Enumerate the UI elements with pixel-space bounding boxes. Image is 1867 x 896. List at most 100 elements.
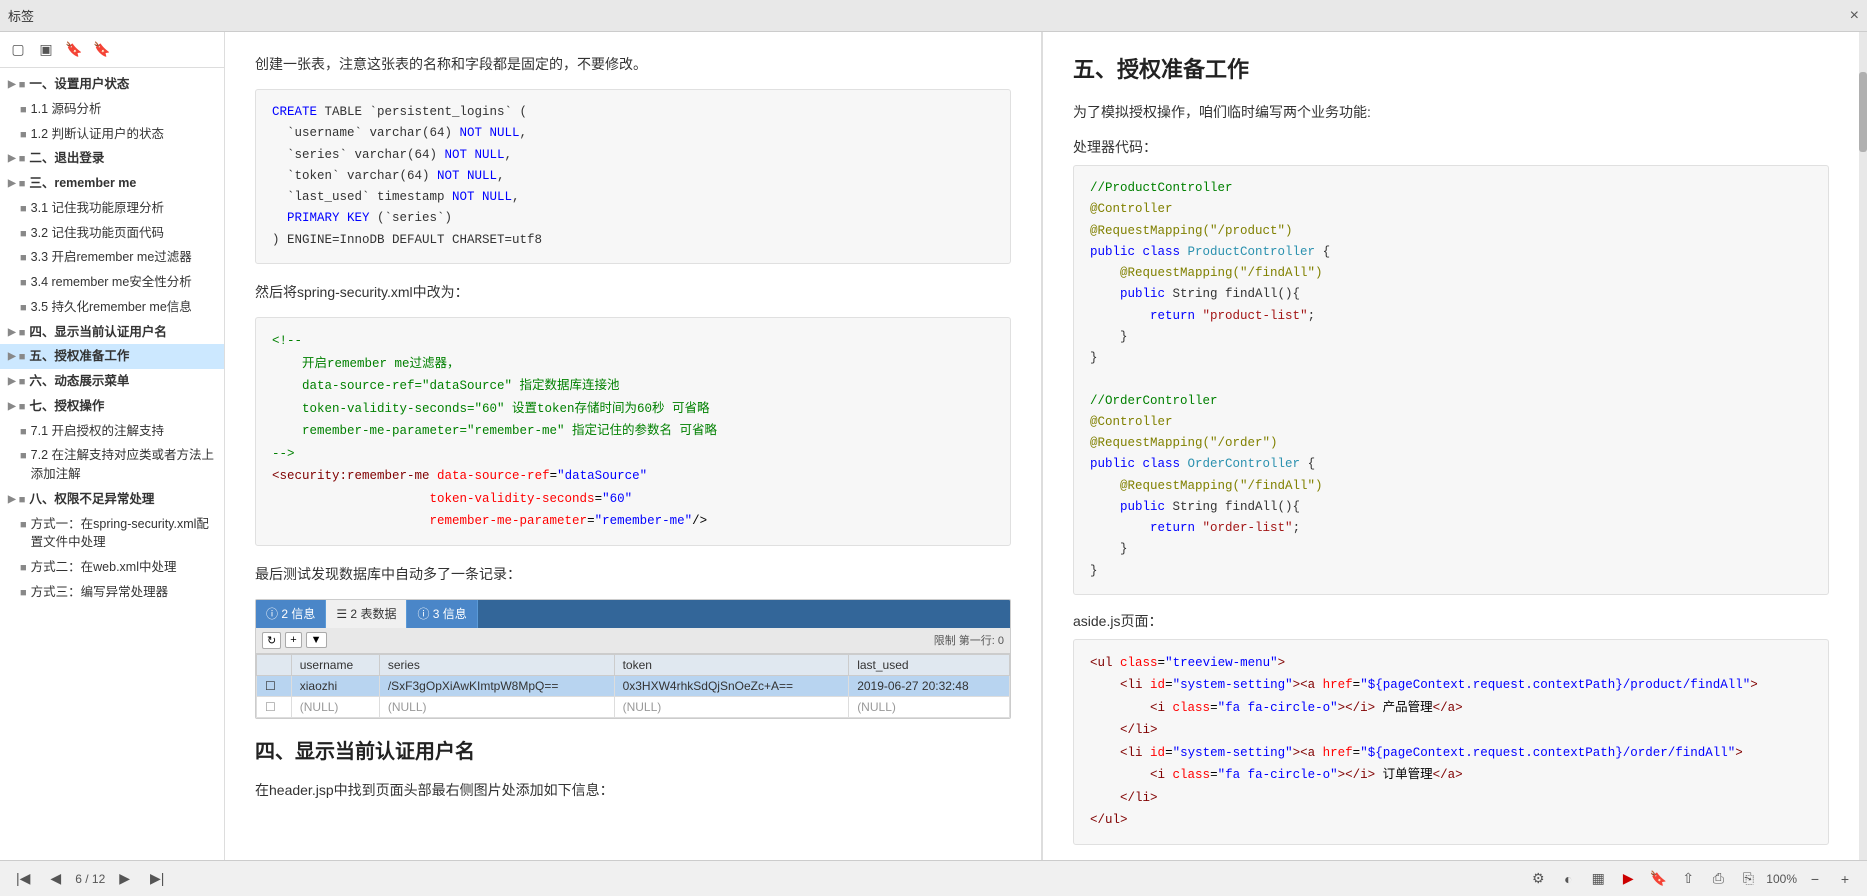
xml-code-block: <!-- 开启remember me过滤器， data-source-ref="…	[255, 317, 1011, 546]
sidebar-item-s3-1[interactable]: ■ 3.1 记住我功能原理分析	[0, 196, 224, 221]
cell-null-series: (NULL)	[379, 696, 614, 717]
table-row[interactable]: ☐ xiaozhi /SxF3gOpXiAwKImtpW8MpQ== 0x3HX…	[257, 675, 1010, 696]
sidebar-item-s1[interactable]: ▶ ■ 一、设置用户状态	[0, 72, 224, 97]
sidebar-item-s3-4[interactable]: ■ 3.4 remember me安全性分析	[0, 270, 224, 295]
section5-intro: 为了模拟授权操作，咱们临时编写两个业务功能:	[1073, 100, 1829, 125]
section4-text: 在header.jsp中找到页面头部最右侧图片处添加如下信息：	[255, 778, 1011, 803]
expand-icon[interactable]: ▶	[8, 176, 16, 191]
db-tab-info[interactable]: ⓘ 2 信息	[256, 600, 326, 628]
toc-label: 7.2 在注解支持对应类或者方法上添加注解	[31, 446, 216, 484]
bookmark-tool-icon[interactable]: 🔖	[1646, 867, 1670, 891]
expand-icon[interactable]: ▶	[8, 399, 16, 414]
db-table-body: username series token last_used ☐ xiaozh…	[256, 654, 1010, 718]
add-btn[interactable]: +	[285, 632, 301, 648]
sidebar-item-s1-2[interactable]: ■ 1.2 判断认证用户的状态	[0, 122, 224, 147]
db-table: ⓘ 2 信息 ☰ 2 表数据 ⓘ 3 信息 ↻ + ▼ 限制 第一行: 0 us…	[255, 599, 1011, 719]
sidebar-item-s8-1[interactable]: ■ 方式一：在spring-security.xml配置文件中处理	[0, 512, 224, 556]
toc-bullet: ■	[19, 492, 26, 509]
sidebar-item-s4[interactable]: ▶ ■ 四、显示当前认证用户名	[0, 320, 224, 345]
toc-bullet: ■	[20, 448, 27, 465]
expand-icon[interactable]: ▶	[8, 374, 16, 389]
sidebar-item-s3-2[interactable]: ■ 3.2 记住我功能页面代码	[0, 221, 224, 246]
first-page-btn[interactable]: |◀	[10, 868, 36, 889]
toc-label: 八、权限不足异常处理	[29, 490, 154, 509]
sidebar-item-s8-2[interactable]: ■ 方式二：在web.xml中处理	[0, 555, 224, 580]
db-tab-info2[interactable]: ⓘ 3 信息	[407, 600, 477, 628]
toc-label: 三、remember me	[29, 174, 136, 193]
cell-null-token: (NULL)	[614, 696, 849, 717]
toc-label: 1.2 判断认证用户的状态	[31, 125, 164, 144]
zoom-in-btn[interactable]: +	[1833, 867, 1857, 891]
prev-page-btn[interactable]: ◀	[44, 868, 67, 889]
last-page-btn[interactable]: ▶|	[144, 868, 170, 889]
expand-icon[interactable]: ▶	[8, 349, 16, 364]
bookmark-icon[interactable]: 🔖	[64, 40, 84, 60]
toc-bullet: ■	[20, 517, 27, 534]
sidebar-item-s1-1[interactable]: ■ 1.1 源码分析	[0, 97, 224, 122]
doc-right-panel: 五、授权准备工作 为了模拟授权操作，咱们临时编写两个业务功能: 处理器代码： /…	[1043, 32, 1859, 860]
toc-bullet: ■	[19, 399, 26, 416]
toc-bullet: ■	[19, 176, 26, 193]
toc-label: 二、退出登录	[29, 149, 104, 168]
settings-icon[interactable]: ⚙	[1526, 867, 1550, 891]
zoom-out-btn[interactable]: −	[1803, 867, 1827, 891]
processor-label: 处理器代码：	[1073, 137, 1829, 157]
cell-series: /SxF3gOpXiAwKImtpW8MpQ==	[379, 675, 614, 696]
toc-bullet: ■	[20, 300, 27, 317]
top-bar-title: 标签	[8, 6, 34, 25]
refresh-btn[interactable]: ↻	[262, 632, 281, 649]
db-tab-data[interactable]: ☰ 2 表数据	[326, 600, 407, 628]
layout-icon[interactable]: ▦	[1586, 867, 1610, 891]
row-info: 限制 第一行: 0	[934, 632, 1004, 648]
bookmark2-icon[interactable]: 🔖	[92, 40, 112, 60]
toc-label: 方式三：编写异常处理器	[31, 583, 169, 602]
col-username: username	[291, 654, 379, 675]
toc-label: 一、设置用户状态	[29, 75, 129, 94]
toc-bullet: ■	[19, 151, 26, 168]
toc-label: 3.1 记住我功能原理分析	[31, 199, 164, 218]
sidebar-item-s7-1[interactable]: ■ 7.1 开启授权的注解支持	[0, 419, 224, 444]
open-file-icon[interactable]: ▣	[36, 40, 56, 60]
db-table-inner: username series token last_used ☐ xiaozh…	[256, 654, 1010, 718]
sidebar-item-s7[interactable]: ▶ ■ 七、授权操作	[0, 394, 224, 419]
db-table-toolbar: ↻ + ▼ 限制 第一行: 0	[256, 628, 1010, 654]
col-token: token	[614, 654, 849, 675]
top-bar: 标签 ×	[0, 0, 1867, 32]
filter-btn[interactable]: ▼	[306, 632, 327, 648]
sidebar-item-s3-3[interactable]: ■ 3.3 开启remember me过滤器	[0, 245, 224, 270]
sidebar-item-s3-5[interactable]: ■ 3.5 持久化remember me信息	[0, 295, 224, 320]
play-icon[interactable]: ▶	[1616, 867, 1640, 891]
share-icon[interactable]: ⇧	[1676, 867, 1700, 891]
toc-bullet: ■	[20, 424, 27, 441]
sidebar-item-s3[interactable]: ▶ ■ 三、remember me	[0, 171, 224, 196]
right-scrollbar[interactable]	[1859, 32, 1867, 860]
toc-label: 3.5 持久化remember me信息	[31, 298, 192, 317]
sidebar-item-s7-2[interactable]: ■ 7.2 在注解支持对应类或者方法上添加注解	[0, 443, 224, 487]
toc-bullet: ■	[20, 102, 27, 119]
expand-icon[interactable]: ▶	[8, 325, 16, 340]
toc-label: 四、显示当前认证用户名	[29, 323, 167, 342]
expand-icon[interactable]: ▶	[8, 77, 16, 92]
toc-label: 五、授权准备工作	[29, 347, 129, 366]
expand-icon[interactable]: ▶	[8, 151, 16, 166]
toc-label: 方式二：在web.xml中处理	[31, 558, 177, 577]
sidebar-item-s8-3[interactable]: ■ 方式三：编写异常处理器	[0, 580, 224, 605]
print-icon[interactable]: ⎙	[1706, 867, 1730, 891]
toc-label: 7.1 开启授权的注解支持	[31, 422, 164, 441]
copy-icon[interactable]: ⎘	[1736, 867, 1760, 891]
expand-icon[interactable]: ▶	[8, 492, 16, 507]
sidebar-item-s5[interactable]: ▶ ■ 五、授权准备工作	[0, 344, 224, 369]
table-header-row: username series token last_used	[257, 654, 1010, 675]
sidebar-item-s8[interactable]: ▶ ■ 八、权限不足异常处理	[0, 487, 224, 512]
view-icon[interactable]: ◐	[1556, 867, 1580, 891]
next-page-btn[interactable]: ▶	[113, 868, 136, 889]
toc-label: 六、动态展示菜单	[29, 372, 129, 391]
row-checkbox[interactable]: ☐	[257, 675, 292, 696]
sidebar-item-s2[interactable]: ▶ ■ 二、退出登录	[0, 146, 224, 171]
toc-bullet: ■	[19, 374, 26, 391]
toc-label: 七、授权操作	[29, 397, 104, 416]
close-icon[interactable]: ×	[1850, 7, 1859, 25]
new-file-icon[interactable]: ▢	[8, 40, 28, 60]
bottom-bar: |◀ ◀ 6 / 12 ▶ ▶| ⚙ ◐ ▦ ▶ 🔖 ⇧ ⎙ ⎘ 100% − …	[0, 860, 1867, 896]
sidebar-item-s6[interactable]: ▶ ■ 六、动态展示菜单	[0, 369, 224, 394]
